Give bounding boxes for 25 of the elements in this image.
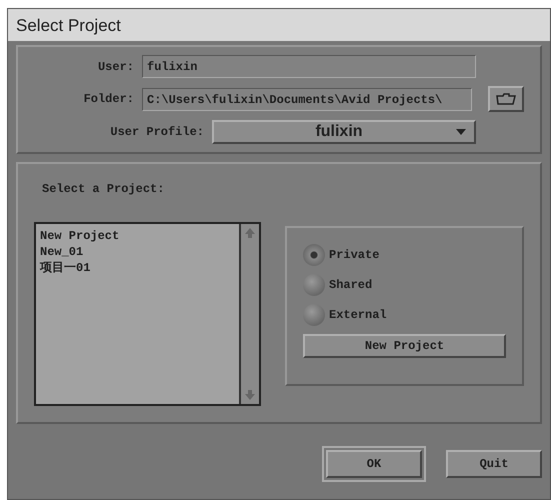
user-profile-dropdown[interactable]: fulixin bbox=[212, 120, 476, 144]
folder-icon bbox=[496, 93, 516, 105]
user-profile-label: User Profile: bbox=[109, 124, 204, 141]
scroll-down-icon[interactable] bbox=[245, 390, 255, 400]
radio-button[interactable] bbox=[303, 274, 325, 296]
radio-label: External bbox=[329, 307, 387, 324]
project-item[interactable]: New_01 bbox=[40, 244, 235, 260]
radio-label: Private bbox=[329, 247, 380, 264]
scrollbar[interactable] bbox=[239, 224, 259, 404]
window-title: Select Project bbox=[8, 9, 550, 41]
radio-label: Shared bbox=[329, 277, 372, 294]
project-item[interactable]: 项目一01 bbox=[40, 260, 235, 276]
user-field[interactable]: fulixin bbox=[142, 55, 476, 78]
folder-label: Folder: bbox=[82, 91, 134, 108]
quit-button[interactable]: Quit bbox=[446, 450, 542, 478]
folder-field[interactable]: C:\Users\fulixin\Documents\Avid Projects\ bbox=[142, 88, 472, 110]
user-label: User: bbox=[96, 58, 134, 76]
radio-button[interactable] bbox=[303, 244, 325, 266]
caret-icon bbox=[456, 129, 466, 135]
scroll-up-icon[interactable] bbox=[245, 228, 255, 238]
new-project-button[interactable]: New Project bbox=[303, 334, 506, 358]
select-project-label: Select a Project: bbox=[42, 181, 166, 198]
radio-button[interactable] bbox=[303, 304, 325, 326]
folder-browse-button[interactable] bbox=[488, 86, 524, 112]
project-item[interactable]: New Project bbox=[40, 228, 235, 244]
